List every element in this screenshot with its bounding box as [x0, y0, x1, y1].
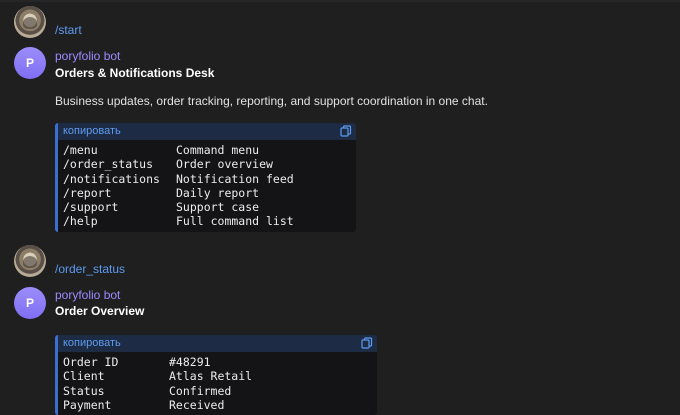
message-title: Orders & Notifications Desk — [55, 66, 215, 80]
code-block-body: Order ID #48291 Client Atlas Retail Status… — [58, 352, 377, 415]
copy-label[interactable]: копировать — [63, 337, 121, 349]
code-value: Full command list — [176, 214, 294, 229]
code-row: /help Full command list — [63, 214, 350, 228]
copy-icon[interactable] — [340, 125, 352, 137]
code-key: /menu — [63, 143, 98, 157]
code-key: /notifications — [63, 171, 160, 186]
code-value: Command menu — [176, 143, 260, 157]
code-block-body: /menu Command menu /order_status Order ove… — [58, 140, 356, 232]
code-key: /help — [63, 214, 98, 229]
code-block-header: копировать — [58, 123, 356, 140]
code-value: Daily report — [176, 185, 260, 200]
command-link[interactable]: /start — [55, 23, 82, 37]
code-block-header: копировать — [58, 335, 377, 352]
user-avatar[interactable] — [14, 245, 46, 277]
code-row: /menu Command menu — [63, 143, 350, 157]
code-row: /order_status Order overview — [63, 157, 350, 171]
bot-avatar[interactable]: P — [14, 287, 46, 319]
code-block: копировать Order ID #48291 Client Atlas Re… — [55, 335, 377, 415]
message-title: Order Overview — [55, 304, 145, 318]
code-key: /support — [63, 200, 119, 215]
copy-icon[interactable] — [361, 337, 373, 349]
bot-name[interactable]: poryfolio bot — [55, 49, 120, 63]
code-value: Confirmed — [169, 383, 232, 398]
code-key: Payment — [63, 397, 112, 412]
code-row: Client Atlas Retail — [63, 369, 371, 383]
code-row: Status Confirmed — [63, 384, 371, 398]
command-link[interactable]: /order_status — [55, 262, 125, 276]
code-key: Status — [63, 383, 105, 398]
bot-name[interactable]: poryfolio bot — [55, 288, 120, 302]
user-avatar[interactable] — [14, 6, 46, 38]
code-value: Order overview — [176, 157, 273, 172]
copy-label[interactable]: копировать — [63, 125, 121, 137]
bot-avatar[interactable]: P — [14, 47, 46, 79]
code-value: Received — [169, 397, 225, 412]
top-divider — [0, 0, 680, 2]
code-row: Order ID #48291 — [63, 355, 371, 369]
code-row: Payment Received — [63, 398, 371, 412]
code-value: Support case — [176, 200, 260, 215]
code-row: /support Support case — [63, 200, 350, 214]
code-key: Client — [63, 369, 105, 384]
code-row: /report Daily report — [63, 186, 350, 200]
code-key: /report — [63, 185, 112, 200]
code-row: /notifications Notification feed — [63, 172, 350, 186]
message-description: Business updates, order tracking, report… — [55, 94, 488, 108]
code-value: #48291 — [169, 355, 211, 369]
code-block: копировать /menu Command menu /order_stat… — [55, 123, 356, 232]
code-value: Notification feed — [176, 171, 294, 186]
code-key: /order_status — [63, 157, 154, 172]
code-key: Order ID — [63, 355, 119, 369]
code-value: Atlas Retail — [169, 369, 253, 384]
